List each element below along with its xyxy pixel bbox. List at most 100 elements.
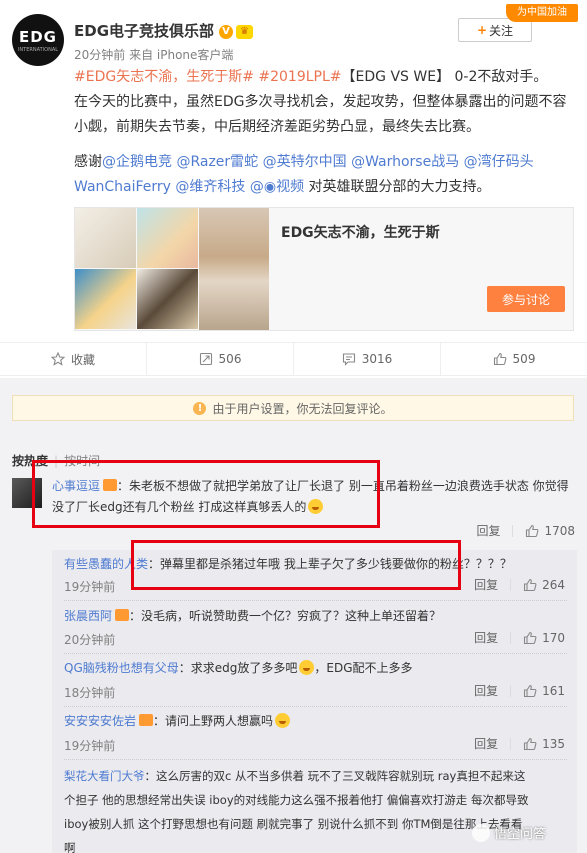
sub-reply: QG脑残粉也想有父母：求求edg放了多多吧 ，EDG配不上多多 (64, 658, 569, 679)
post-meta: 20分钟前 来自 iPhone客户端 (74, 48, 234, 62)
replier-name[interactable]: 梨花大看门大爷 (64, 769, 145, 783)
reply-like-count: 135 (542, 737, 565, 751)
topic-card[interactable]: EDG矢志不渝，生死于斯 参与讨论 (74, 207, 574, 331)
mention-link[interactable]: @Warhorse战马 (351, 154, 459, 170)
reply-like-button[interactable]: 170 (523, 631, 565, 645)
reply-text: ：这么厉害的双c 从不当多供着 玩不了三叉戟阵容就别玩 ray真担不起来这 (144, 769, 526, 783)
avatar-subtext: INTERNATIONAL (17, 46, 59, 53)
reply-actions: 回复 264 (474, 578, 565, 592)
follow-label: 关注 (489, 23, 514, 38)
hashtag-link[interactable]: #EDG矢志不渝，生死于斯# (74, 69, 254, 85)
mention-link[interactable]: @维齐科技 (175, 179, 245, 195)
reply-time: 20分钟前 (64, 633, 116, 647)
plus-icon: + (476, 23, 488, 37)
mention-link[interactable]: @◉视频 (250, 179, 304, 195)
reply-like-button[interactable]: 161 (523, 684, 565, 698)
grin-emoji-icon (275, 713, 291, 728)
mention-tail: 视频 (276, 179, 305, 195)
highlight-box (131, 540, 461, 590)
promo-tag: 为中国加油 (506, 4, 578, 22)
watermark-logo-icon (472, 823, 490, 842)
reply-like-button[interactable]: 135 (523, 737, 565, 751)
video-eye-icon: ◉ (263, 179, 277, 195)
replier-name[interactable]: 安安安安佐岩 (64, 714, 136, 728)
reply-time: 19分钟前 (64, 739, 116, 753)
comments-section: ! 由于用户设置，你无法回复评论。 按热度 | 按时间 心事逗逗 ：朱老板不想做了就把学… (0, 378, 587, 853)
hashtag-link[interactable]: #2019LPL# (258, 69, 341, 85)
post-line-2: 在今天的比赛中，虽然EDG多次寻找机会，发起攻势，但整体暴露出的问题不容 (74, 94, 567, 110)
card-image (75, 269, 136, 329)
divider (64, 653, 567, 654)
replier-name[interactable]: QG脑残粉也想有父母 (64, 661, 179, 675)
repost-count: 506 (218, 352, 242, 366)
mention-at: @ (249, 179, 264, 195)
weibo-post: EDG INTERNATIONAL EDG电子竞技俱乐部 V ♛ 20分钟前 来自 … (0, 0, 587, 340)
thumbs-up-icon (524, 631, 537, 645)
comment-button[interactable]: 3016 (294, 343, 441, 375)
reply-button[interactable]: 回复 (474, 738, 512, 750)
post-text: 对英雄联盟分部的大力支持。 (308, 179, 491, 195)
reply-text: ，EDG配不上多多 (314, 661, 413, 675)
sub-replies: 有些愚蠢的人类：弹幕里都是杀猪过年哦 我上辈子欠了多少钱要做你的粉丝？？？？ 1… (52, 550, 577, 853)
smile-emoji-icon (299, 660, 315, 675)
card-image (137, 208, 198, 268)
mention-link[interactable]: WanChaiFerry (74, 179, 171, 195)
repost-button[interactable]: 506 (147, 343, 294, 375)
post-thanks-line-1: 感谢@企鹅电竞 @Razer雷蛇 @英特尔中国 @Warhorse战马 @湾仔码… (74, 150, 579, 175)
thumbs-up-icon (524, 737, 537, 751)
reply-time: 18分钟前 (64, 686, 116, 700)
reply-actions: 回复 135 (474, 737, 565, 751)
reply-button[interactable]: 回复 (476, 525, 514, 537)
card-image-grid (75, 208, 199, 330)
account-name[interactable]: EDG电子竞技俱乐部 (74, 22, 214, 40)
watermark-text: 悟空问答 (494, 827, 547, 842)
post-thanks-line-2: WanChaiFerry @维齐科技 @◉视频 对英雄联盟分部的大力支持。 (74, 175, 579, 200)
mention-link[interactable]: @企鹅电竞 (102, 154, 172, 170)
comment-like-button[interactable]: 1708 (525, 524, 575, 538)
sub-reply: 张晨西阿 ：没毛病，听说赞助费一个亿？穷疯了？这种上单还留着？ (64, 606, 569, 627)
replier-name[interactable]: 张晨西阿 (64, 609, 112, 623)
comment-count: 3016 (361, 352, 393, 366)
reply-disabled-notice: ! 由于用户设置，你无法回复评论。 (12, 395, 574, 421)
sub-reply: 安安安安佐岩 ：请问上野两人想赢吗 (64, 711, 569, 732)
thumbs-up-icon (493, 352, 506, 366)
reply-button[interactable]: 回复 (474, 685, 512, 697)
highlight-box (32, 460, 380, 528)
card-image (75, 208, 136, 268)
comment-icon (342, 353, 355, 366)
join-discussion-button[interactable]: 参与讨论 (487, 286, 565, 312)
like-button[interactable]: 509 (441, 343, 587, 375)
post-action-bar: 收藏 506 3016 509 (0, 342, 587, 376)
mention-link[interactable]: @湾仔码头 (464, 154, 534, 170)
reply-line: 梨花大看门大爷：这么厉害的双c 从不当多供着 玩不了三叉戟阵容就别玩 ray真担… (64, 764, 569, 788)
member-badge-icon: ♛ (236, 24, 254, 39)
reply-actions: 回复 161 (474, 684, 565, 698)
warning-icon: ! (193, 401, 207, 415)
divider (64, 759, 567, 760)
reply-time: 19分钟前 (64, 580, 116, 594)
reply-button[interactable]: 回复 (474, 579, 512, 591)
reply-text: ：请问上野两人想赢吗 (153, 714, 274, 728)
vip-badge-icon (139, 714, 154, 726)
reply-text: ：求求edg放了多多吧 (178, 661, 298, 675)
reply-like-count: 264 (542, 578, 565, 592)
avatar-logo-text: EDG (18, 27, 57, 46)
reply-button[interactable]: 回复 (474, 632, 512, 644)
reply-text: ：没毛病，听说赞助费一个亿？穷疯了？这种上单还留着？ (129, 609, 442, 623)
post-body: #EDG矢志不渝，生死于斯# #2019LPL#【EDG VS WE】 0-2不… (74, 65, 579, 200)
thumbs-up-icon (524, 578, 537, 592)
reply-line: 个担子 他的思想经常出失误 iboy的对线能力这么强不报着他打 偏偏喜欢打游走 … (64, 793, 529, 807)
post-text: 【EDG VS WE】 0-2不敌对手。 (341, 69, 548, 85)
thumbs-up-icon (526, 524, 539, 538)
star-icon (50, 352, 65, 366)
mention-link[interactable]: @Razer雷蛇 (176, 154, 258, 170)
verified-icon: V (219, 24, 234, 39)
like-count: 509 (512, 352, 536, 366)
mention-link[interactable]: @英特尔中国 (263, 154, 347, 170)
reply-actions: 回复 170 (474, 631, 565, 645)
reply-like-button[interactable]: 264 (523, 578, 565, 592)
account-avatar[interactable]: EDG INTERNATIONAL (12, 14, 64, 66)
post-text: 感谢 (74, 154, 102, 170)
thumbs-up-icon (524, 684, 537, 698)
favorite-button[interactable]: 收藏 (0, 343, 147, 375)
